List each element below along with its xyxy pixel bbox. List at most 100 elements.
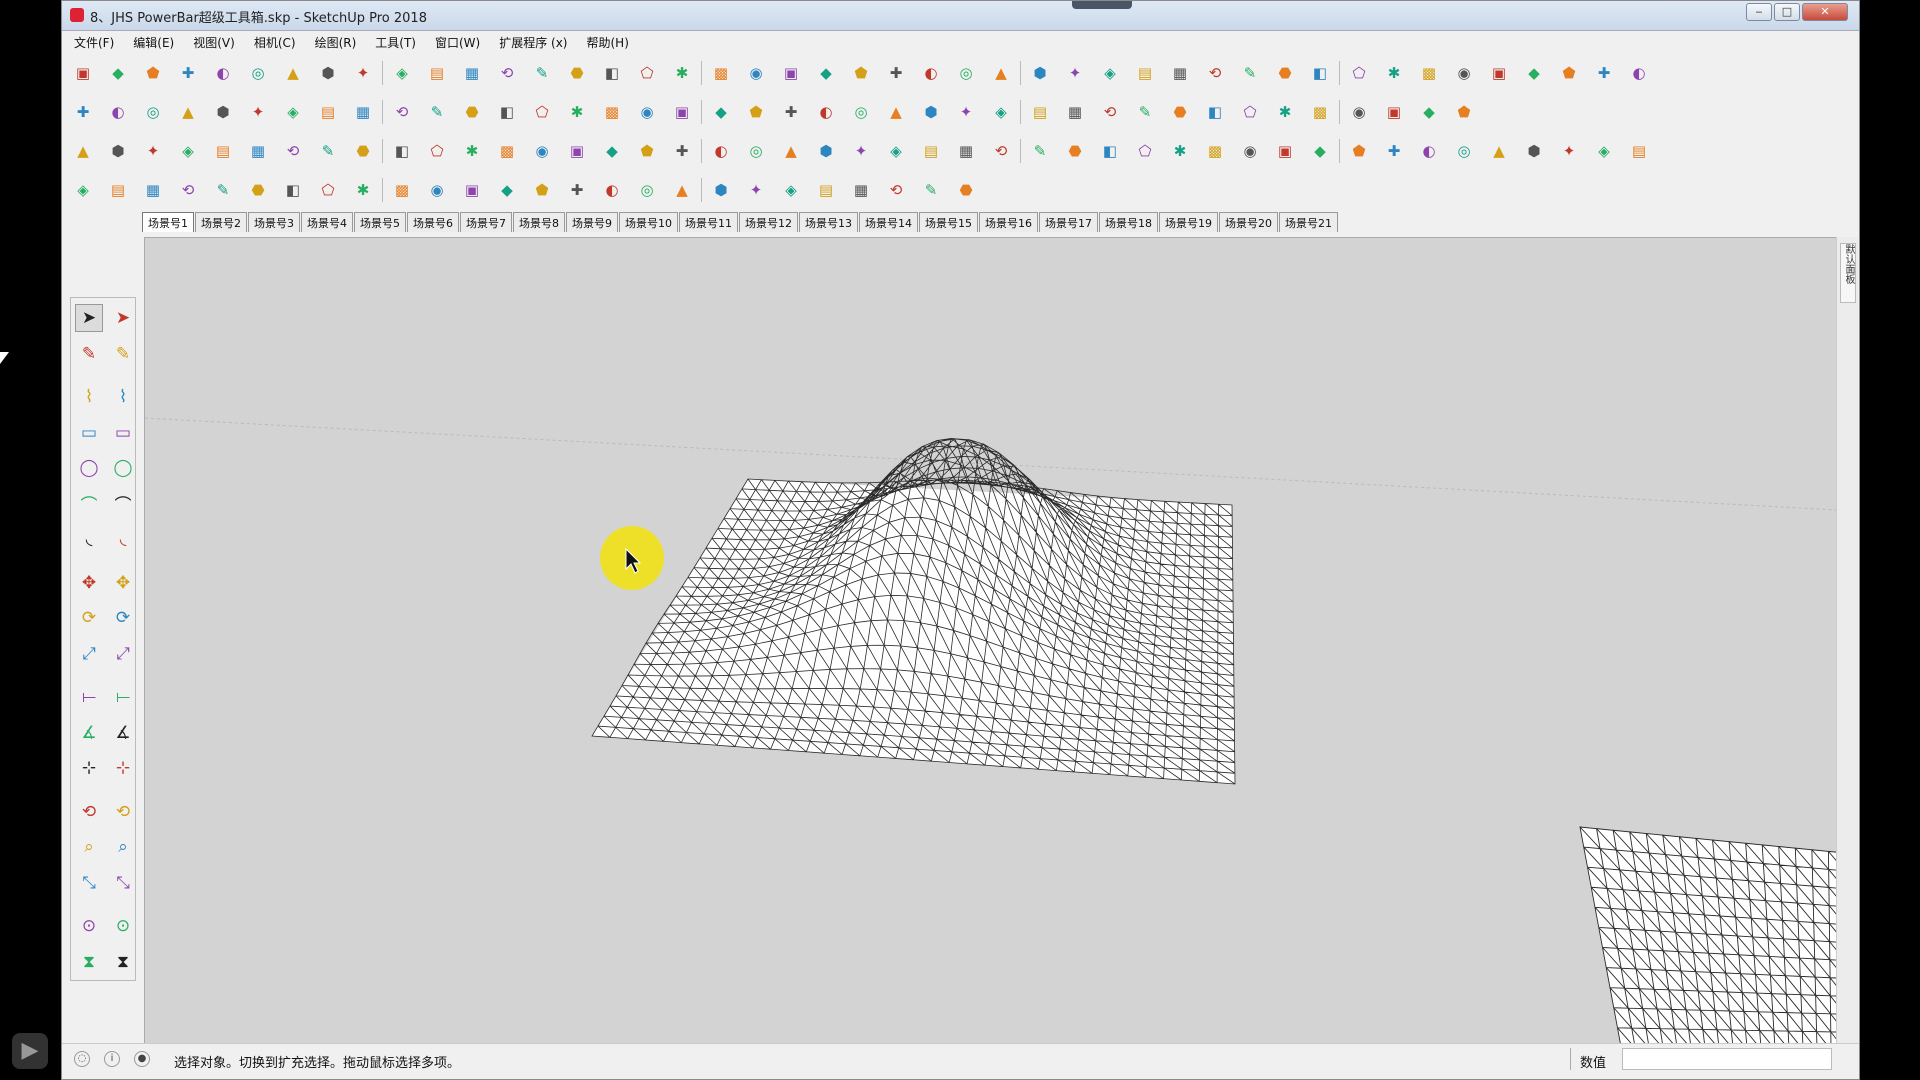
scene-tab-21[interactable]: 场景号21 bbox=[1279, 212, 1338, 232]
node-icon[interactable]: ◉ bbox=[529, 138, 555, 164]
jhs-sketchup-icon[interactable]: ⟲ bbox=[1097, 99, 1123, 125]
refresh-red-icon[interactable]: ◧ bbox=[1202, 99, 1228, 125]
flag-icon[interactable]: ◧ bbox=[389, 138, 415, 164]
plane-white-icon[interactable]: ▦ bbox=[245, 138, 271, 164]
cut-icon[interactable]: ✚ bbox=[175, 60, 201, 86]
paste-icon[interactable]: ◎ bbox=[245, 60, 271, 86]
zigzag-icon[interactable]: ▩ bbox=[389, 177, 415, 203]
mesh-b-icon[interactable]: ◉ bbox=[634, 99, 660, 125]
menu-item-0[interactable]: 文件(F) bbox=[62, 32, 121, 51]
cube-tools-icon[interactable]: ✎ bbox=[1027, 138, 1053, 164]
red-icon[interactable]: ⬟ bbox=[1451, 99, 1477, 125]
nodes-icon[interactable]: ◐ bbox=[1416, 138, 1442, 164]
scale-down-icon[interactable]: ◎ bbox=[140, 99, 166, 125]
grid-orange3-icon[interactable]: ◆ bbox=[1307, 138, 1333, 164]
circle-red-icon[interactable]: ◎ bbox=[634, 177, 660, 203]
frame2-icon[interactable]: ✚ bbox=[883, 60, 909, 86]
stamp-icon[interactable]: ✎ bbox=[529, 60, 555, 86]
house-b-icon[interactable]: ▲ bbox=[1486, 138, 1512, 164]
rect-icon[interactable]: ◧ bbox=[280, 177, 306, 203]
rectangle-icon[interactable]: ▭ bbox=[75, 419, 103, 447]
flip-edge-icon[interactable]: ⬠ bbox=[634, 60, 660, 86]
scene-tab-5[interactable]: 场景号5 bbox=[354, 212, 406, 232]
line-green-icon[interactable]: ⬟ bbox=[529, 177, 555, 203]
circle-dots-icon[interactable]: ✚ bbox=[1381, 138, 1407, 164]
house-d-icon[interactable]: ✦ bbox=[1556, 138, 1582, 164]
plane-blue-icon[interactable]: ▲ bbox=[70, 138, 96, 164]
default-tray-tab[interactable]: 默认面板 bbox=[1840, 243, 1856, 303]
dash-a-icon[interactable]: ◈ bbox=[280, 99, 306, 125]
stripes-icon[interactable]: ⬣ bbox=[350, 138, 376, 164]
scene-tab-6[interactable]: 场景号6 bbox=[407, 212, 459, 232]
angle-icon[interactable]: ⬢ bbox=[1027, 60, 1053, 86]
paint-bucket-icon[interactable]: ✎ bbox=[75, 340, 103, 368]
layers-icon[interactable]: ✚ bbox=[1591, 60, 1617, 86]
red-square-icon[interactable]: ✎ bbox=[315, 138, 341, 164]
triangle-yellow-icon[interactable]: ◎ bbox=[743, 138, 769, 164]
grid-c-icon[interactable]: ⬣ bbox=[459, 99, 485, 125]
model-info-icon[interactable]: ▤ bbox=[424, 60, 450, 86]
dash-c-icon[interactable]: ▦ bbox=[350, 99, 376, 125]
cross-blue-icon[interactable]: ⬟ bbox=[634, 138, 660, 164]
frame-icon[interactable]: ⬟ bbox=[848, 60, 874, 86]
scene-tab-19[interactable]: 场景号19 bbox=[1159, 212, 1218, 232]
terrain-mesh[interactable] bbox=[591, 437, 1236, 785]
resize-a-icon[interactable]: ⬟ bbox=[743, 99, 769, 125]
circle-target-icon[interactable]: ▲ bbox=[988, 60, 1014, 86]
diamond-c-icon[interactable]: ▩ bbox=[1307, 99, 1333, 125]
sphere-active-icon[interactable]: ⟲ bbox=[883, 177, 909, 203]
eraser-red-icon[interactable]: ▦ bbox=[1062, 99, 1088, 125]
grid-f-icon[interactable]: ✱ bbox=[564, 99, 590, 125]
user-icon[interactable]: ● bbox=[134, 1051, 150, 1067]
cross-green-icon[interactable]: ◆ bbox=[599, 138, 625, 164]
scene-tab-20[interactable]: 场景号20 bbox=[1219, 212, 1278, 232]
link-chain-icon[interactable]: ✱ bbox=[459, 138, 485, 164]
leaf-icon[interactable]: ⬠ bbox=[1346, 60, 1372, 86]
house-f-icon[interactable]: ▤ bbox=[1626, 138, 1652, 164]
3d-text-icon[interactable]: ⊹ bbox=[109, 754, 137, 782]
car-icon[interactable]: ✎ bbox=[1237, 60, 1263, 86]
tape-measure-icon[interactable]: ⟝ bbox=[75, 683, 103, 711]
grid-orange-icon[interactable]: ◉ bbox=[1237, 138, 1263, 164]
shape-c-icon[interactable]: ⬟ bbox=[1556, 60, 1582, 86]
grid-orange2-icon[interactable]: ▣ bbox=[1272, 138, 1298, 164]
wood-icon[interactable]: ⬠ bbox=[424, 138, 450, 164]
polygon-icon[interactable]: ✚ bbox=[564, 177, 590, 203]
panel-b-icon[interactable]: ▲ bbox=[883, 99, 909, 125]
polygon-icon[interactable]: ◯ bbox=[109, 454, 137, 482]
hook-icon[interactable]: ▲ bbox=[778, 138, 804, 164]
arc-red-icon[interactable]: ◆ bbox=[494, 177, 520, 203]
menu-item-7[interactable]: 扩展程序 (x) bbox=[487, 32, 574, 51]
pie-icon[interactable]: ⌒ bbox=[109, 490, 137, 518]
cone-icon[interactable]: ✚ bbox=[669, 138, 695, 164]
disc-icon[interactable]: ▦ bbox=[1167, 60, 1193, 86]
scale-up-icon[interactable]: ◐ bbox=[105, 99, 131, 125]
arc-green-icon[interactable]: ⬣ bbox=[245, 177, 271, 203]
spin-icon[interactable]: ✦ bbox=[848, 138, 874, 164]
offset-icon[interactable]: ⤢ bbox=[109, 640, 137, 668]
credits-icon[interactable]: i bbox=[104, 1051, 120, 1067]
cube-tools2-icon[interactable]: ⬣ bbox=[1062, 138, 1088, 164]
resize-b-icon[interactable]: ✚ bbox=[778, 99, 804, 125]
previous-view-icon[interactable]: ⤡ bbox=[109, 869, 137, 897]
tower-icon[interactable]: ✦ bbox=[1062, 60, 1088, 86]
layout-icon[interactable]: ▣ bbox=[778, 60, 804, 86]
circle-icon[interactable]: ⬠ bbox=[315, 177, 341, 203]
panel-tool-icon[interactable]: ▩ bbox=[1202, 138, 1228, 164]
grid-tool-icon[interactable]: ✱ bbox=[1167, 138, 1193, 164]
bamboo-icon[interactable]: ⟲ bbox=[988, 138, 1014, 164]
arc-c-icon[interactable]: ▣ bbox=[459, 177, 485, 203]
minimize-button[interactable]: ‒ bbox=[1746, 3, 1772, 21]
pan-icon[interactable]: ⟲ bbox=[109, 798, 137, 826]
menu-item-1[interactable]: 编辑(E) bbox=[121, 32, 181, 51]
tube-icon[interactable]: ✎ bbox=[918, 177, 944, 203]
zoom-extents-icon[interactable]: ⤡ bbox=[75, 869, 103, 897]
magnet-icon[interactable]: ⬣ bbox=[1167, 99, 1193, 125]
curve-c-icon[interactable]: ▦ bbox=[140, 177, 166, 203]
scene-tab-18[interactable]: 场景号18 bbox=[1099, 212, 1158, 232]
geo-location-icon[interactable]: ◌ bbox=[74, 1051, 90, 1067]
scene-tab-2[interactable]: 场景号2 bbox=[195, 212, 247, 232]
follow-me-icon[interactable]: ⟳ bbox=[109, 604, 137, 632]
select-icon[interactable]: ➤ bbox=[75, 304, 103, 332]
protractor-icon[interactable]: ∡ bbox=[75, 719, 103, 747]
